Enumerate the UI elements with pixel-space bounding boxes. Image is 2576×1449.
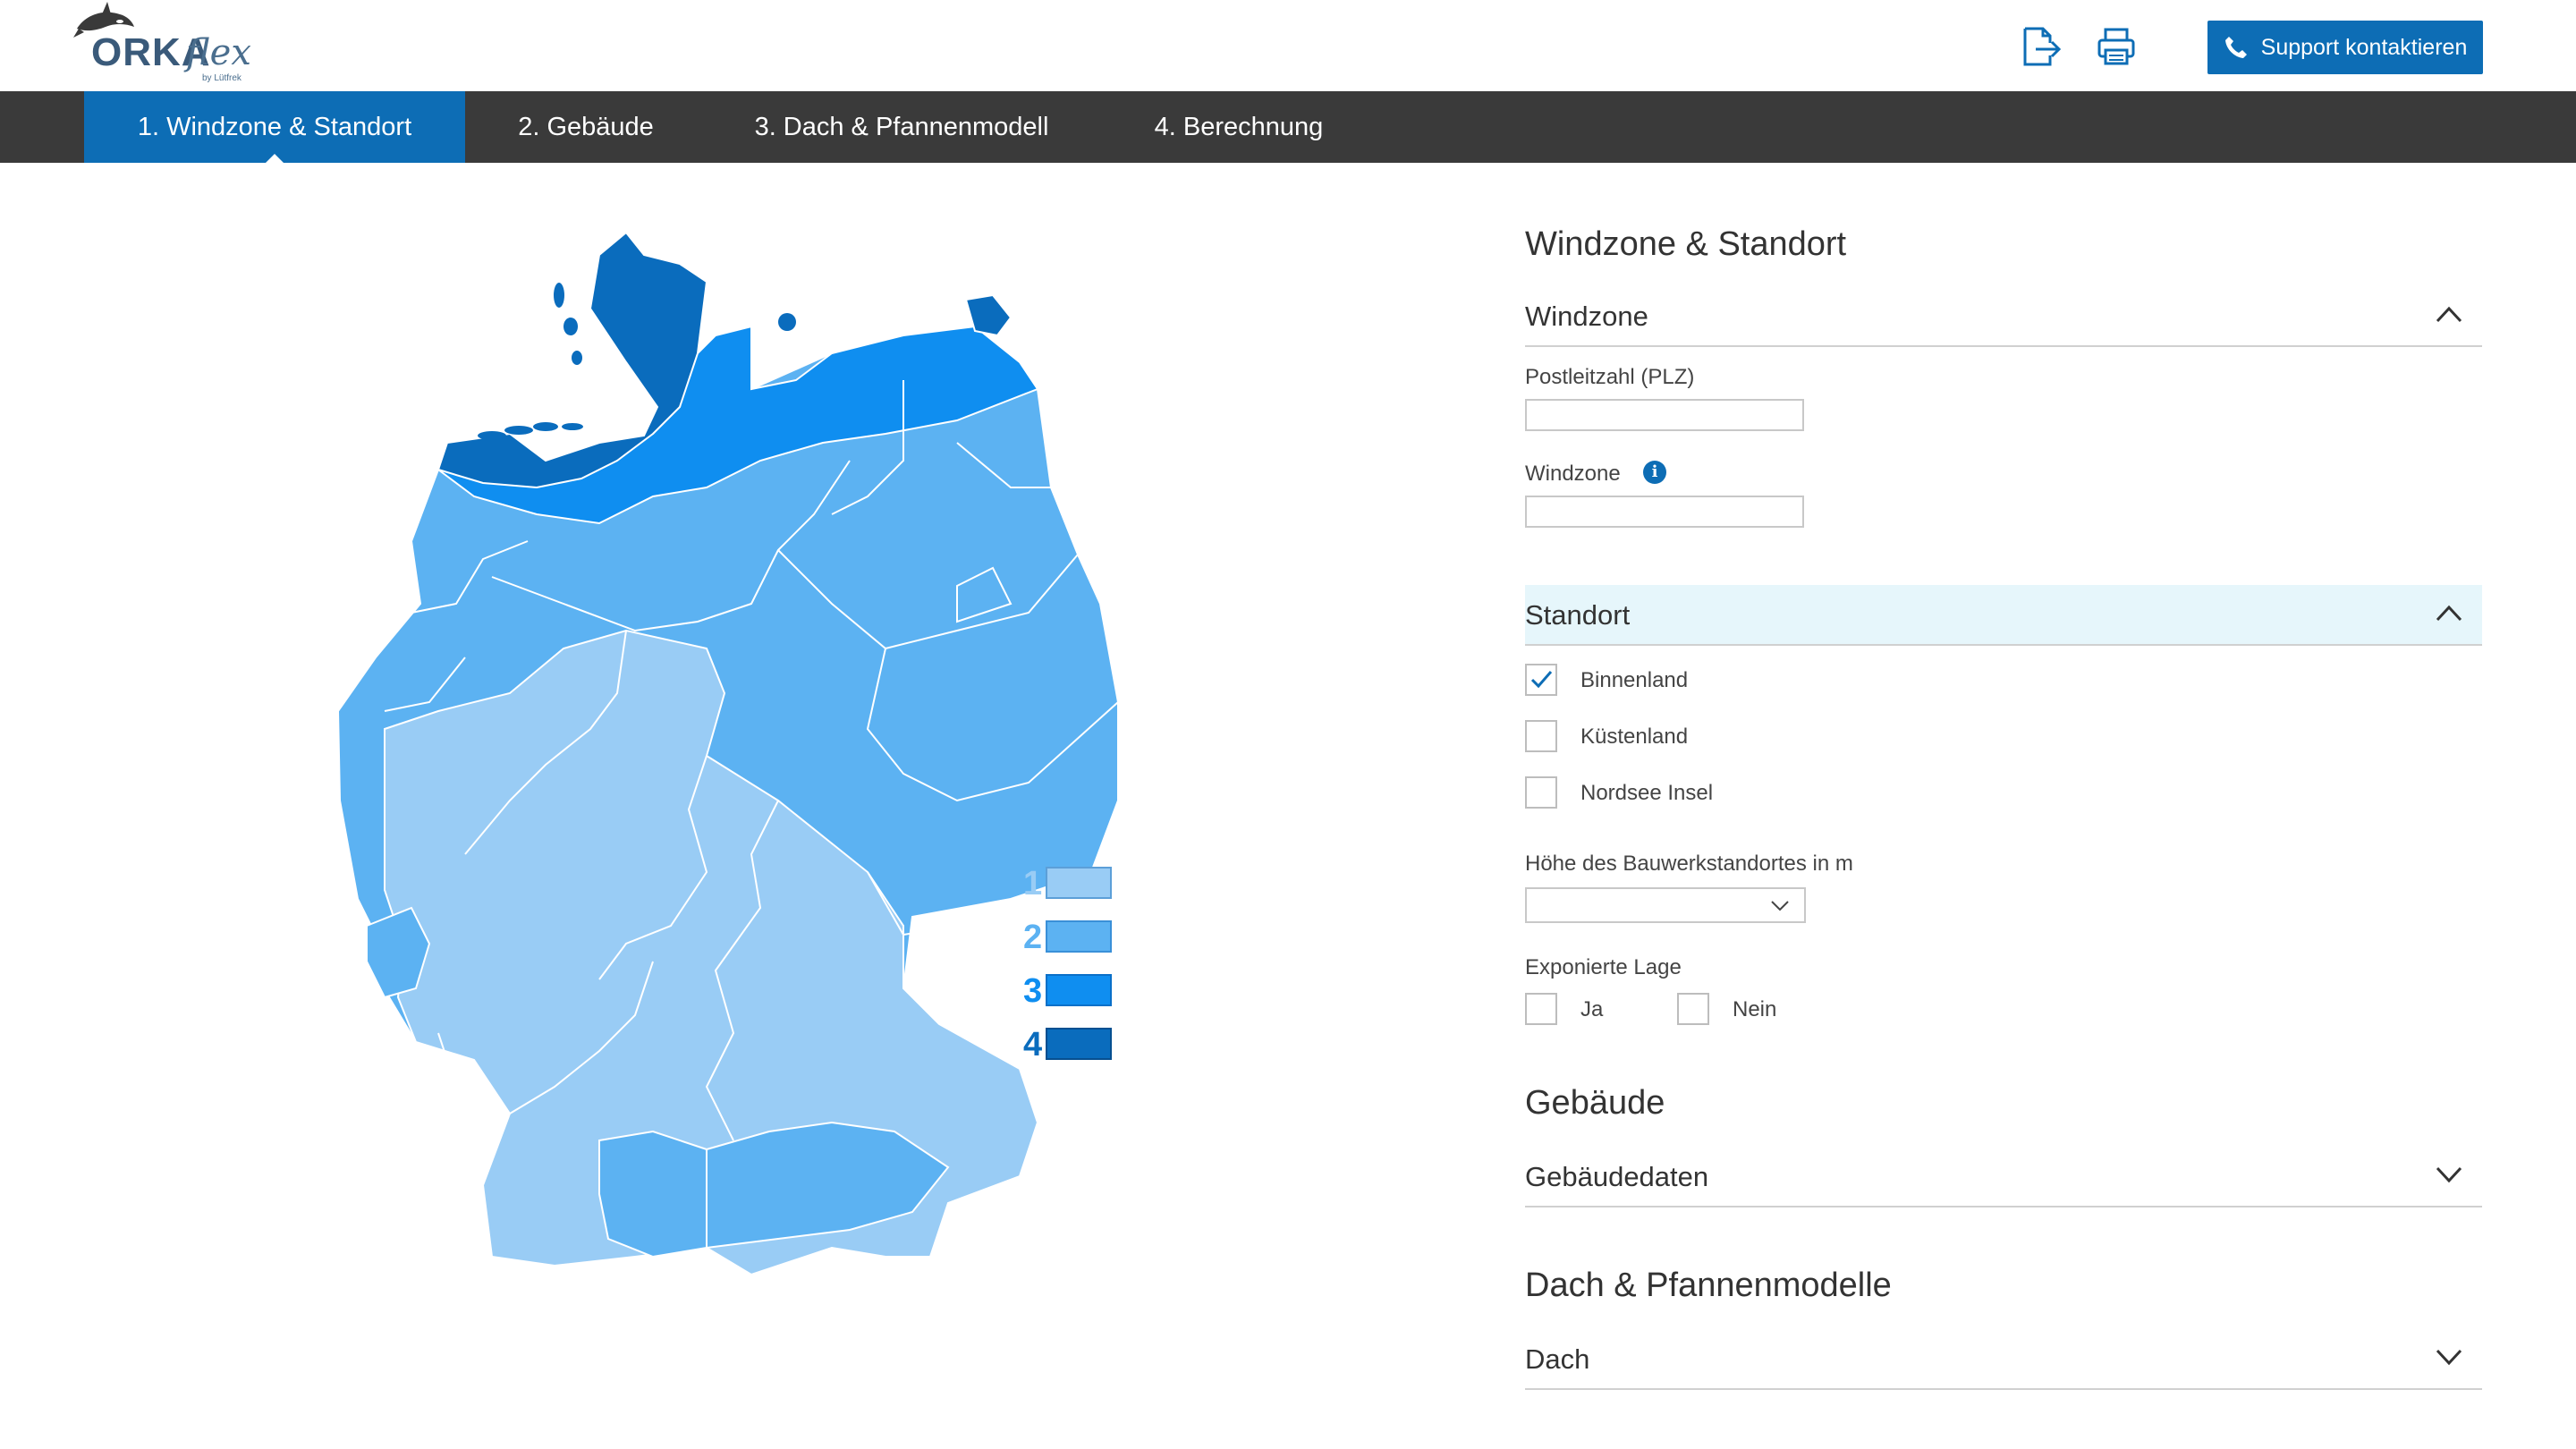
support-contact-button[interactable]: Support kontaktieren	[2207, 21, 2483, 74]
checkbox-kuestenland[interactable]	[1525, 720, 1557, 752]
legend-swatch-2	[1046, 920, 1112, 953]
height-select[interactable]	[1525, 887, 1806, 923]
checkbox-nordsee-insel[interactable]	[1525, 776, 1557, 809]
plz-label: Postleitzahl (PLZ)	[1525, 365, 1695, 389]
chevron-down-icon	[2436, 1166, 2462, 1183]
windzone-map: 1 2 3 4	[331, 228, 1136, 1301]
checkbox-exposed-no[interactable]	[1677, 993, 1709, 1025]
app-header: ORKA flex by Lütfrek Support kontaktiere…	[0, 0, 2576, 91]
support-button-label: Support kontaktieren	[2260, 34, 2468, 60]
exposed-yes-label: Ja	[1580, 997, 1604, 1021]
legend-label-2: 2	[1023, 919, 1042, 956]
phone-icon	[2224, 37, 2247, 58]
accordion-dach-title: Dach	[1525, 1343, 1590, 1375]
germany-windzone-map-svg: 1 2 3 4	[336, 231, 1119, 1276]
zone-2-alps-west	[598, 1130, 708, 1258]
section-title-gebaeude: Gebäude	[1525, 1084, 1665, 1122]
windzone-label: Windzone	[1525, 462, 1621, 486]
accordion-gebaeudedaten-title: Gebäudedaten	[1525, 1161, 1709, 1192]
height-label: Höhe des Bauwerkstandortes in m	[1525, 852, 1853, 876]
export-document-icon[interactable]	[2020, 27, 2063, 66]
section-title-windzone-standort: Windzone & Standort	[1525, 225, 1847, 263]
chevron-down-icon	[2436, 1349, 2462, 1366]
legend-swatch-4	[1046, 1028, 1112, 1060]
info-icon[interactable]: i	[1643, 461, 1666, 484]
windzone-input[interactable]	[1525, 496, 1804, 528]
map-legend: 1 2 3 4	[1023, 865, 1112, 1063]
legend-label-3: 3	[1023, 972, 1042, 1010]
accordion-dach[interactable]: Dach	[1525, 1329, 2482, 1390]
binnenland-label: Binnenland	[1580, 668, 1689, 692]
chevron-down-icon	[1771, 901, 1789, 911]
legend-swatch-3	[1046, 974, 1112, 1006]
legend-label-1: 1	[1023, 865, 1042, 902]
chevron-up-icon	[2436, 306, 2462, 323]
accordion-standort-title: Standort	[1525, 599, 1631, 631]
tab-dach-pfannenmodell[interactable]: 3. Dach & Pfannenmodell	[724, 91, 1079, 163]
checkbox-binnenland[interactable]	[1525, 664, 1557, 696]
accordion-windzone-title: Windzone	[1525, 301, 1648, 332]
orka-flex-logo[interactable]: ORKA flex by Lütfrek	[72, 0, 251, 89]
step-navigation: 1. Windzone & Standort 2. Gebäude 3. Dac…	[0, 91, 2576, 163]
exposed-no-label: Nein	[1733, 997, 1777, 1021]
checkmark-icon	[1530, 671, 1553, 689]
tab-gebaeude[interactable]: 2. Gebäude	[501, 91, 671, 163]
chevron-up-icon	[2436, 605, 2462, 622]
plz-input[interactable]	[1525, 399, 1804, 431]
accordion-windzone[interactable]: Windzone	[1525, 286, 2482, 347]
logo-script: flex	[186, 32, 251, 73]
nordsee-insel-label: Nordsee Insel	[1580, 781, 1714, 805]
print-icon[interactable]	[2097, 27, 2140, 66]
checkbox-exposed-yes[interactable]	[1525, 993, 1557, 1025]
tab-berechnung[interactable]: 4. Berechnung	[1127, 91, 1351, 163]
legend-swatch-1	[1046, 867, 1112, 899]
exposed-label: Exponierte Lage	[1525, 955, 1682, 979]
legend-label-4: 4	[1023, 1026, 1042, 1063]
tab-windzone-standort[interactable]: 1. Windzone & Standort	[84, 91, 465, 163]
accordion-standort[interactable]: Standort	[1525, 585, 2482, 646]
accordion-gebaeudedaten[interactable]: Gebäudedaten	[1525, 1147, 2482, 1208]
logo-subtext: by Lütfrek	[202, 73, 242, 83]
kuestenland-label: Küstenland	[1580, 724, 1689, 749]
section-title-dach: Dach & Pfannenmodelle	[1525, 1267, 1892, 1304]
